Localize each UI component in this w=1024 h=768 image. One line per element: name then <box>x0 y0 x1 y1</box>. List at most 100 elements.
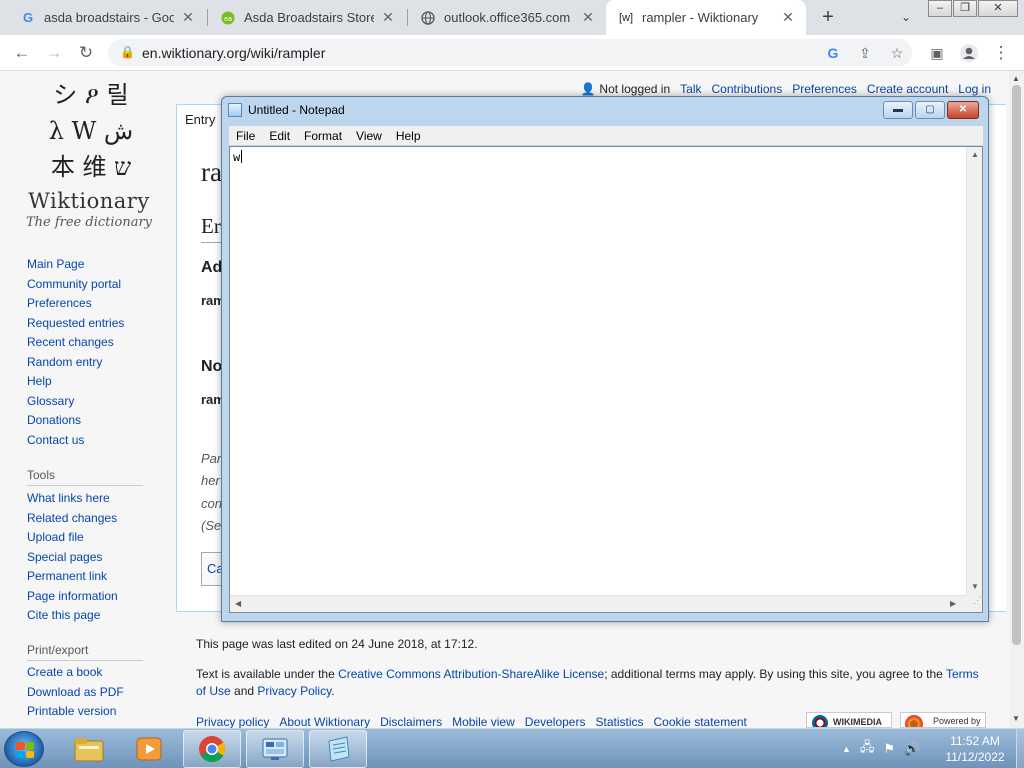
contributions-link[interactable]: Contributions <box>711 82 782 96</box>
network-icon[interactable]: 🖧 <box>860 738 875 760</box>
notepad-horizontal-scrollbar[interactable]: ◀ ▶ <box>230 595 966 612</box>
menu-help[interactable]: Help <box>389 129 428 143</box>
sidebar-item-recent-changes[interactable]: Recent changes <box>27 333 124 353</box>
tab-asda-store[interactable]: ea Asda Broadstairs Store Co ✕ <box>208 0 406 35</box>
bookmark-star-icon[interactable]: ☆ <box>888 44 906 62</box>
address-bar[interactable]: 🔒 en.wiktionary.org/wiki/rampler G ⇪ ☆ <box>108 39 912 67</box>
tab-search-chevron-icon[interactable]: ⌄ <box>896 7 916 27</box>
cc-license-link[interactable]: Creative Commons Attribution-ShareAlike … <box>338 667 604 681</box>
scroll-up-arrow-icon[interactable]: ▲ <box>1012 74 1020 83</box>
volume-icon[interactable]: 🔊 <box>904 741 920 757</box>
scroll-right-arrow-icon[interactable]: ▶ <box>950 599 956 608</box>
mediawiki-badge[interactable]: Powered by <box>900 712 986 728</box>
scrollbar-thumb[interactable] <box>1012 85 1021 645</box>
share-icon[interactable]: ⇪ <box>856 44 874 62</box>
tab-google-search[interactable]: G asda broadstairs - Google ✕ <box>8 0 206 35</box>
privacy-policy-inline-link[interactable]: Privacy Policy <box>257 684 331 698</box>
tab-wiktionary[interactable]: [w] rampler - Wiktionary ✕ <box>606 0 806 35</box>
wikimedia-badge[interactable]: WIKIMEDIA <box>806 712 892 728</box>
forward-arrow-icon[interactable]: → <box>42 41 66 65</box>
footer-link-privacy-policy[interactable]: Privacy policy <box>196 715 269 728</box>
sidebar-item-contact-us[interactable]: Contact us <box>27 431 124 451</box>
address-url[interactable]: en.wiktionary.org/wiki/rampler <box>142 45 325 61</box>
show-hidden-icons-icon[interactable]: ▲ <box>842 744 851 754</box>
notepad-title-bar[interactable]: Untitled - Notepad <box>228 101 345 119</box>
footer-link-developers[interactable]: Developers <box>525 715 586 728</box>
sidebar-item-cite-this-page[interactable]: Cite this page <box>27 606 118 626</box>
sidebar-item-main-page[interactable]: Main Page <box>27 255 124 275</box>
sidebar-item-special-pages[interactable]: Special pages <box>27 548 118 568</box>
sidebar-item-printable-version[interactable]: Printable version <box>27 702 124 722</box>
talk-link[interactable]: Talk <box>680 82 701 96</box>
taskbar-control-panel[interactable] <box>246 730 304 768</box>
action-center-flag-icon[interactable]: ⚑ <box>883 741 895 757</box>
menu-kebab-icon[interactable]: ⋮ <box>989 41 1013 65</box>
google-lens-icon[interactable]: G <box>824 44 842 62</box>
reload-icon[interactable]: ↻ <box>74 41 98 65</box>
sidebar-item-related-changes[interactable]: Related changes <box>27 509 118 529</box>
back-arrow-icon[interactable]: ← <box>10 41 34 65</box>
tab-outlook[interactable]: outlook.office365.com ✕ <box>408 0 606 35</box>
sidebar-item-what-links-here[interactable]: What links here <box>27 489 118 509</box>
lock-icon[interactable]: 🔒 <box>120 45 135 59</box>
footer-link-about[interactable]: About Wiktionary <box>279 715 370 728</box>
close-window-button[interactable]: ✕ <box>978 0 1018 17</box>
side-panel-icon[interactable]: ▣ <box>925 41 949 65</box>
taskbar-chrome[interactable] <box>183 730 241 768</box>
taskbar-media-player[interactable] <box>120 730 178 768</box>
categories-box[interactable]: Ca <box>201 552 222 586</box>
footer-link-disclaimers[interactable]: Disclaimers <box>380 715 442 728</box>
menu-file[interactable]: File <box>229 129 262 143</box>
sidebar-item-preferences[interactable]: Preferences <box>27 294 124 314</box>
sidebar-item-glossary[interactable]: Glossary <box>27 392 124 412</box>
sidebar-item-download-pdf[interactable]: Download as PDF <box>27 683 124 703</box>
footer-link-cookie-statement[interactable]: Cookie statement <box>654 715 747 728</box>
menu-view[interactable]: View <box>349 129 389 143</box>
preferences-link[interactable]: Preferences <box>792 82 857 96</box>
resize-grip-icon[interactable]: ⋰ <box>966 595 982 612</box>
restore-window-button[interactable]: ❐ <box>953 0 977 17</box>
close-tab-icon[interactable]: ✕ <box>780 9 796 26</box>
sidebar-item-create-book[interactable]: Create a book <box>27 663 124 683</box>
sidebar-item-page-information[interactable]: Page information <box>27 587 118 607</box>
sidebar-item-upload-file[interactable]: Upload file <box>27 528 118 548</box>
log-in-link[interactable]: Log in <box>958 82 991 96</box>
sidebar-item-requested-entries[interactable]: Requested entries <box>27 314 124 334</box>
profile-avatar-icon[interactable] <box>957 41 981 65</box>
scroll-down-arrow-icon[interactable]: ▼ <box>971 582 979 591</box>
menu-format[interactable]: Format <box>297 129 349 143</box>
close-tab-icon[interactable]: ✕ <box>580 9 596 26</box>
taskbar-notepad[interactable] <box>309 730 367 768</box>
sidebar-item-permanent-link[interactable]: Permanent link <box>27 567 118 587</box>
scroll-down-arrow-icon[interactable]: ▼ <box>1012 714 1020 723</box>
notepad-vertical-scrollbar[interactable]: ▲ ▼ <box>966 147 982 596</box>
footer-link-statistics[interactable]: Statistics <box>595 715 643 728</box>
scroll-up-arrow-icon[interactable]: ▲ <box>971 150 979 159</box>
create-account-link[interactable]: Create account <box>867 82 948 96</box>
notepad-maximize-button[interactable]: ▢ <box>915 101 945 119</box>
notepad-text-area[interactable]: w ▲ ▼ ◀ ▶ ⋰ <box>229 146 983 613</box>
taskbar-clock[interactable]: 11:52 AM 11/12/2022 <box>936 733 1014 765</box>
notepad-window[interactable]: Untitled - Notepad ▬ ▢ ✕ File Edit Forma… <box>221 96 989 622</box>
sidebar-item-help[interactable]: Help <box>27 372 124 392</box>
close-tab-icon[interactable]: ✕ <box>180 9 196 26</box>
notepad-minimize-button[interactable]: ▬ <box>883 101 913 119</box>
notepad-text-line[interactable]: w <box>233 150 243 165</box>
sidebar-item-random-entry[interactable]: Random entry <box>27 353 124 373</box>
page-scrollbar[interactable]: ▲ ▼ <box>1009 71 1024 728</box>
close-tab-icon[interactable]: ✕ <box>380 9 396 26</box>
new-tab-button[interactable]: + <box>816 5 840 29</box>
footer-link-mobile-view[interactable]: Mobile view <box>452 715 515 728</box>
sidebar-item-community-portal[interactable]: Community portal <box>27 275 124 295</box>
minimize-window-button[interactable]: – <box>928 0 952 17</box>
show-desktop-button[interactable] <box>1016 729 1024 768</box>
wiktionary-logo[interactable]: シ ዖ 릴 λ W ش 本 维 ש Wiktionary The free di… <box>24 75 156 235</box>
tab-entry[interactable]: Entry <box>176 104 226 134</box>
categories-label[interactable]: Ca <box>207 561 221 576</box>
start-button[interactable] <box>4 731 44 767</box>
taskbar-file-explorer[interactable] <box>60 730 118 768</box>
notepad-close-button[interactable]: ✕ <box>947 101 979 119</box>
menu-edit[interactable]: Edit <box>262 129 297 143</box>
scroll-left-arrow-icon[interactable]: ◀ <box>235 599 241 608</box>
sidebar-item-donations[interactable]: Donations <box>27 411 124 431</box>
